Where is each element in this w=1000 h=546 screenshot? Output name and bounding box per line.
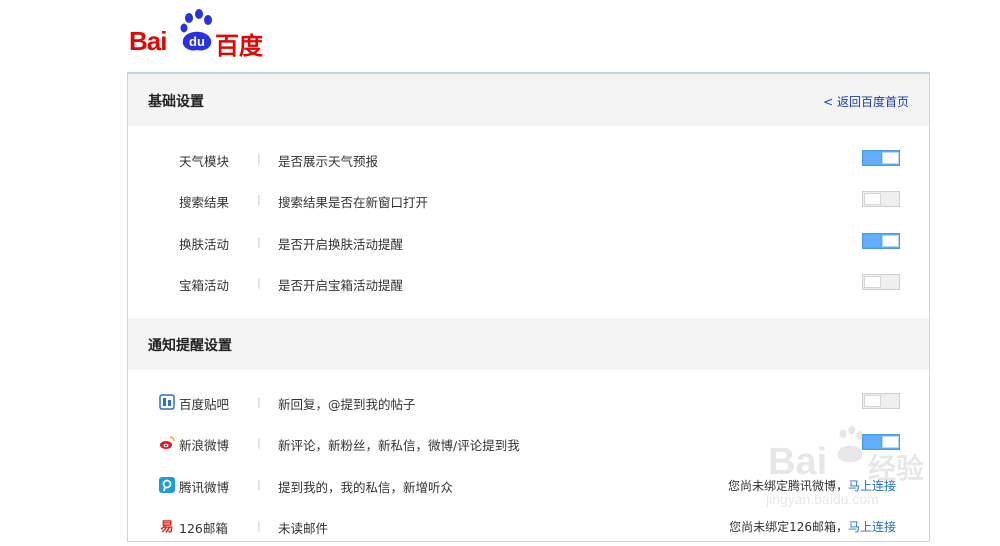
setting-desc: 新评论，新粉丝，新私信，微博/评论提到我 — [278, 438, 520, 453]
bind-note-text: 您尚未绑定126邮箱， — [729, 520, 848, 534]
toggle-knob — [864, 193, 881, 205]
svg-text:易: 易 — [160, 520, 173, 534]
baidu-jingyan-watermark: Bai 经验 jingyan.baidu.com — [760, 425, 990, 515]
toggle-knob — [864, 276, 881, 288]
weibo-icon — [160, 436, 175, 449]
setting-row-weather: 天气模块 | 是否展示天气预报 — [128, 139, 929, 179]
setting-row-skin: 换肤活动 | 是否开启换肤活动提醒 — [128, 222, 929, 262]
paw-icon: du — [180, 9, 212, 51]
setting-desc: 新回复，@提到我的帖子 — [278, 397, 416, 412]
logo-text-cn: 百度 — [215, 32, 263, 60]
tencent-weibo-icon — [159, 477, 175, 493]
setting-name: 宝箱活动 — [179, 278, 230, 293]
tieba-toggle[interactable] — [862, 393, 900, 409]
setting-row-search: 搜索结果 | 搜索结果是否在新窗口打开 — [128, 180, 929, 220]
mail-126-icon: 易 — [160, 520, 173, 534]
weather-toggle[interactable] — [862, 150, 900, 166]
setting-desc: 是否展示天气预报 — [278, 154, 379, 169]
divider: | — [257, 436, 261, 449]
watermark-brand: Bai — [768, 441, 828, 483]
tieba-icon — [159, 394, 175, 410]
divider: | — [257, 395, 261, 408]
setting-row-treasure: 宝箱活动 | 是否开启宝箱活动提醒 — [128, 263, 929, 303]
logo-text-latin: Bai — [129, 26, 167, 56]
setting-desc: 未读邮件 — [278, 521, 329, 536]
toggle-fill — [864, 235, 880, 247]
search-new-window-toggle[interactable] — [862, 191, 900, 207]
connect-126-mail-link[interactable]: 马上连接 — [848, 520, 896, 534]
setting-name: 126邮箱 — [179, 521, 228, 536]
section-header-basic: 基础设置 < 返回百度首页 — [128, 74, 929, 126]
section-header-notify: 通知提醒设置 — [128, 318, 929, 370]
setting-name: 搜索结果 — [179, 195, 230, 210]
divider: | — [257, 193, 261, 206]
setting-name: 新浪微博 — [179, 438, 230, 453]
divider: | — [257, 152, 261, 165]
divider: | — [257, 276, 261, 289]
section-title-notify: 通知提醒设置 — [148, 338, 232, 354]
toggle-knob — [882, 235, 899, 247]
toggle-knob — [882, 152, 899, 164]
watermark-paw-icon — [837, 425, 864, 462]
setting-desc: 是否开启宝箱活动提醒 — [278, 278, 404, 293]
setting-name: 百度贴吧 — [179, 397, 230, 412]
watermark-cn: 经验 — [868, 452, 925, 485]
skin-activity-toggle[interactable] — [862, 233, 900, 249]
setting-name: 换肤活动 — [179, 237, 230, 252]
setting-desc: 是否开启换肤活动提醒 — [278, 237, 404, 252]
divider: | — [257, 519, 261, 532]
toggle-fill — [864, 152, 880, 164]
baidu-logo[interactable]: Bai du 百度 — [129, 8, 269, 60]
divider: | — [257, 235, 261, 248]
setting-desc: 提到我的，我的私信，新增听众 — [278, 480, 454, 495]
watermark-url: jingyan.baidu.com — [766, 491, 879, 507]
setting-name: 腾讯微博 — [179, 480, 230, 495]
back-to-home-link[interactable]: < 返回百度首页 — [823, 93, 909, 110]
logo-text-du: du — [189, 34, 205, 49]
section-title-basic: 基础设置 — [148, 94, 204, 110]
setting-desc: 搜索结果是否在新窗口打开 — [278, 195, 429, 210]
bind-status: 您尚未绑定126邮箱，马上连接 — [729, 518, 896, 535]
toggle-knob — [864, 395, 881, 407]
setting-name: 天气模块 — [179, 154, 230, 169]
treasure-box-toggle[interactable] — [862, 274, 900, 290]
divider: | — [257, 478, 261, 491]
notify-row-tieba: 百度贴吧 | 新回复，@提到我的帖子 — [128, 382, 929, 422]
